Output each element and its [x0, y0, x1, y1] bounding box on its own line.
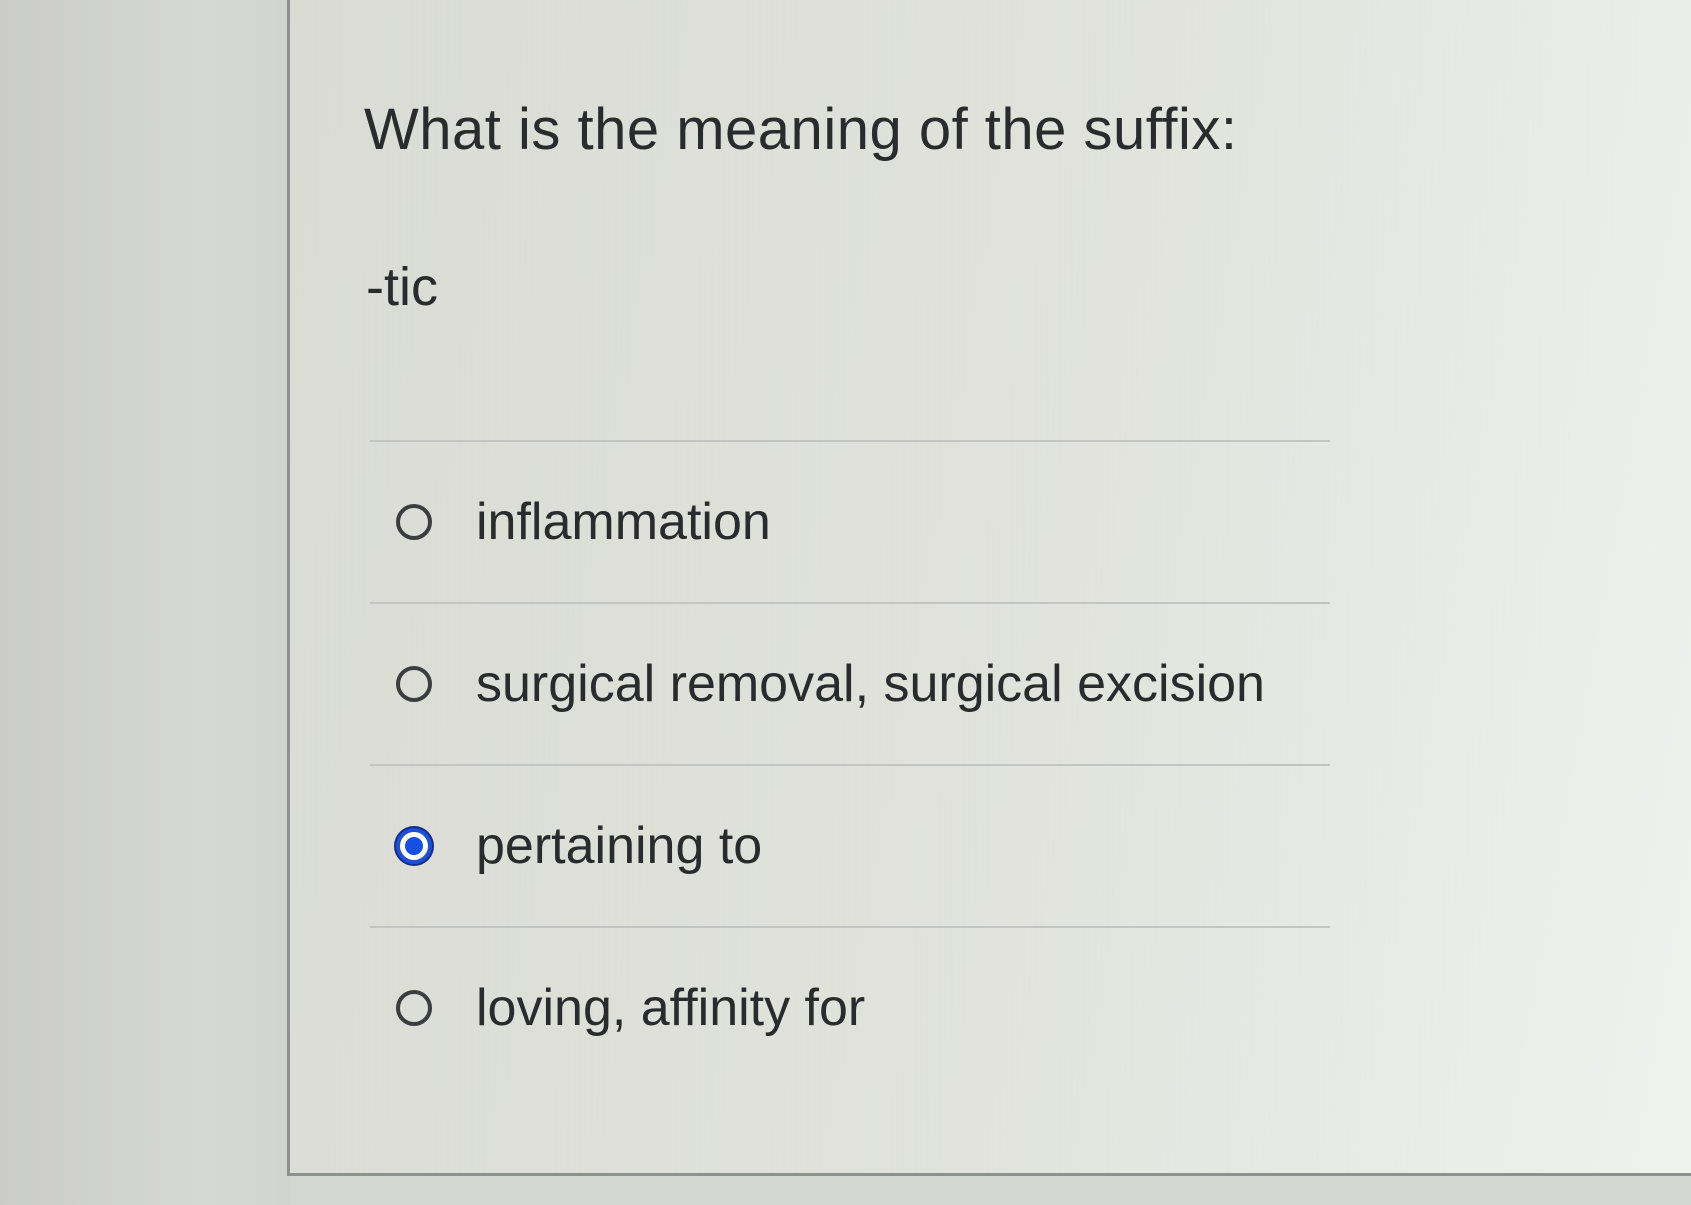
option-label: surgical removal, surgical excision — [476, 655, 1265, 713]
option-loving-affinity[interactable]: loving, affinity for — [370, 928, 1670, 1088]
option-pertaining-to[interactable]: pertaining to — [370, 766, 1670, 926]
question-title: What is the meaning of the suffix: — [364, 97, 1238, 162]
radio-button-unselected[interactable] — [396, 666, 432, 702]
option-inflammation[interactable]: inflammation — [370, 442, 1670, 602]
left-gutter — [0, 0, 290, 1205]
answer-options: inflammation surgical removal, surgical … — [370, 440, 1670, 1088]
option-label: inflammation — [476, 493, 771, 551]
question-term: -tic — [366, 257, 438, 317]
option-label: loving, affinity for — [476, 979, 866, 1037]
option-surgical-removal[interactable]: surgical removal, surgical excision — [370, 604, 1670, 764]
radio-button-selected[interactable] — [396, 828, 432, 864]
radio-button-unselected[interactable] — [396, 990, 432, 1026]
radio-button-unselected[interactable] — [396, 504, 432, 540]
option-label: pertaining to — [476, 817, 763, 875]
